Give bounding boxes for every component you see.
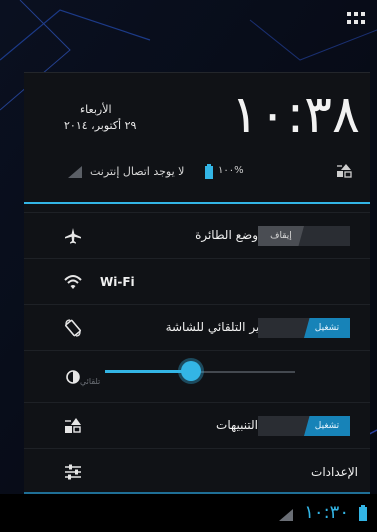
settings-label: الإعدادات: [311, 465, 358, 479]
airplane-toggle-off: إيقاف: [258, 226, 304, 246]
auto-rotate-row[interactable]: التدوير التلقائي للشاشة تشغيل: [24, 304, 370, 351]
settings-row[interactable]: الإعدادات: [24, 448, 370, 495]
quick-settings-icon[interactable]: [336, 163, 352, 179]
header-clock: ١٠:٣٨: [230, 85, 360, 145]
notification-shade-panel: ١٠:٣٨ الأربعاء ٢٩ أكتوبر، ٢٠١٤ لا يوجد ا…: [24, 72, 370, 495]
apps-grid-icon[interactable]: [347, 12, 365, 26]
status-bar-clock: ١٠:٣٠: [304, 502, 349, 523]
network-status-text: لا يوجد اتصال إنترنت: [90, 165, 185, 178]
status-bar-bottom: ١٠:٣٠: [0, 494, 377, 532]
wifi-row[interactable]: Wi-Fi: [24, 258, 370, 305]
auto-rotate-toggle-on: تشغيل: [304, 318, 350, 338]
signal-icon: [68, 166, 82, 178]
airplane-mode-row[interactable]: وضع الطائرة إيقاف: [24, 212, 370, 259]
header-divider: [24, 202, 370, 204]
status-signal-icon: [279, 509, 293, 521]
rotation-icon: [65, 319, 81, 337]
brightness-slider-fill: [105, 370, 191, 373]
airplane-mode-label: وضع الطائرة: [195, 228, 258, 242]
header-day: الأربعاء: [80, 103, 112, 116]
notifications-toggle[interactable]: تشغيل: [258, 416, 350, 436]
wifi-label: Wi-Fi: [100, 275, 135, 289]
airplane-icon: [65, 228, 81, 244]
status-battery-icon: [359, 505, 367, 521]
auto-rotate-toggle[interactable]: تشغيل: [258, 318, 350, 338]
wifi-icon: [64, 275, 82, 289]
notifications-row[interactable]: التنبيهات تشغيل: [24, 402, 370, 449]
notifications-icon: [65, 418, 81, 433]
brightness-auto-label: تلقائي: [80, 377, 101, 386]
header-date: ٢٩ أكتوبر، ٢٠١٤: [64, 119, 137, 132]
shade-header[interactable]: ١٠:٣٨ الأربعاء ٢٩ أكتوبر، ٢٠١٤ لا يوجد ا…: [24, 73, 370, 195]
battery-percent: ١٠٠%: [218, 165, 244, 176]
notifications-toggle-on: تشغيل: [304, 416, 350, 436]
airplane-mode-toggle[interactable]: إيقاف: [258, 226, 350, 246]
brightness-slider-thumb[interactable]: [180, 361, 201, 381]
notifications-label: التنبيهات: [216, 418, 258, 432]
battery-icon: [205, 164, 213, 179]
settings-sliders-icon: [65, 464, 81, 480]
